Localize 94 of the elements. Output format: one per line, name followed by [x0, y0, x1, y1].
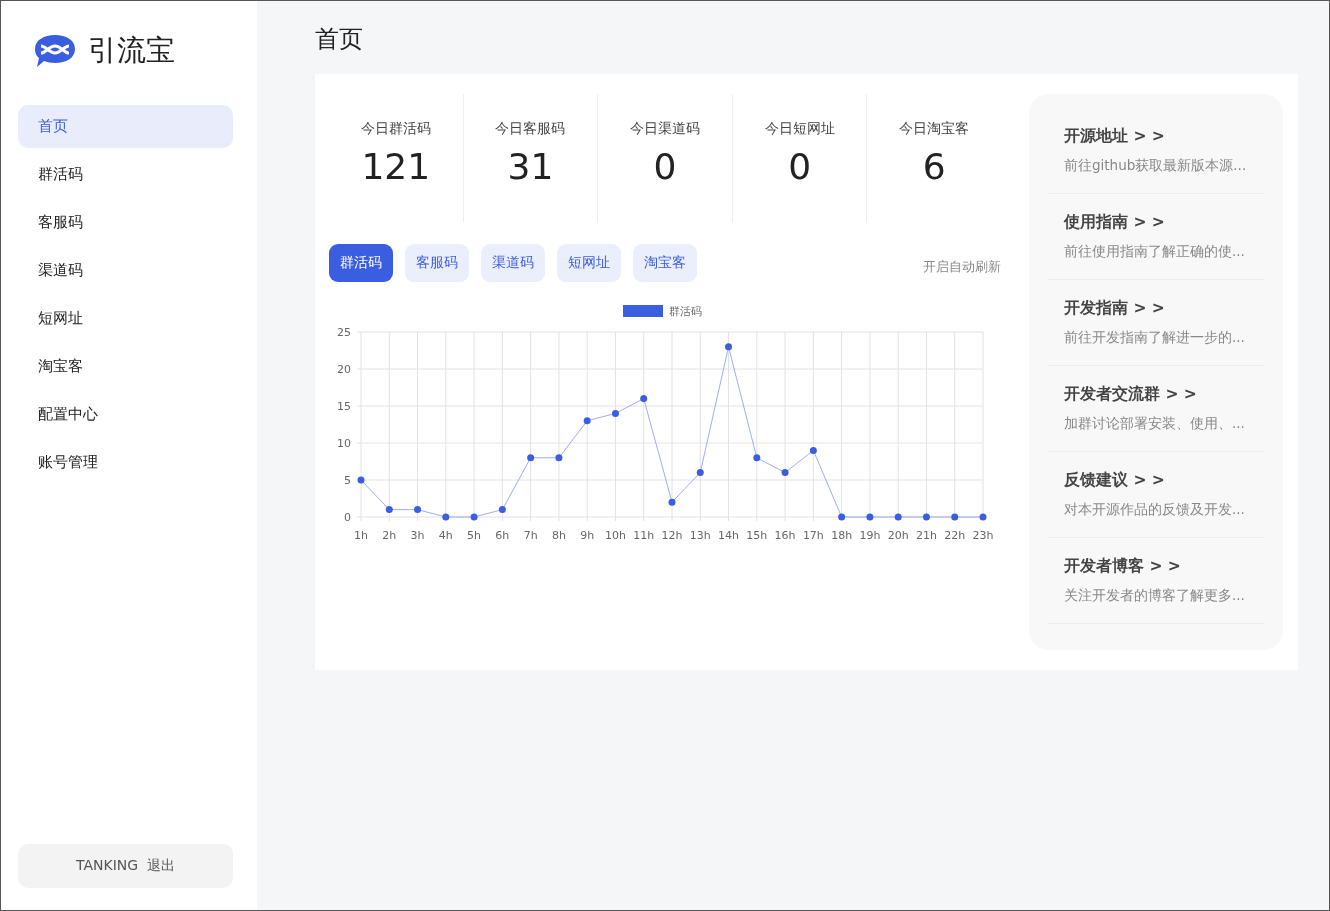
data-point [951, 513, 959, 521]
data-point [866, 513, 874, 521]
data-point [442, 513, 450, 521]
stat-value: 0 [788, 146, 812, 187]
logout-button[interactable]: TANKING 退出 [18, 844, 233, 888]
stat-label: 今日淘宝客 [899, 120, 970, 138]
x-tick-label: 4h [438, 529, 453, 542]
stat-label: 今日客服码 [495, 120, 566, 138]
x-tick-label: 15h [746, 529, 768, 542]
x-tick-label: 1h [354, 529, 368, 542]
x-tick-label: 20h [887, 529, 909, 542]
x-tick-label: 22h [944, 529, 966, 542]
y-tick-label: 0 [344, 511, 351, 524]
data-point [385, 506, 393, 514]
data-point [498, 506, 506, 514]
stat-value: 6 [922, 146, 946, 187]
y-tick-label: 15 [337, 400, 351, 413]
data-point [527, 454, 535, 462]
data-point [922, 513, 930, 521]
sidebar-item[interactable]: 渠道码 [18, 249, 233, 292]
x-tick-label: 5h [467, 529, 482, 542]
logo-icon [34, 34, 76, 68]
link-title[interactable]: 开发者博客 > > [1064, 556, 1264, 577]
data-point [470, 513, 478, 521]
x-tick-label: 11h [633, 529, 655, 542]
stat-label: 今日渠道码 [630, 120, 700, 138]
x-tick-label: 9h [580, 529, 595, 542]
stat-label: 今日群活码 [360, 120, 431, 138]
sidebar-item[interactable]: 群活码 [18, 153, 233, 196]
chart-tab[interactable]: 群活码 [329, 244, 393, 282]
link-title[interactable]: 反馈建议 > > [1064, 470, 1264, 491]
link-description: 前往github获取最新版本源... [1064, 157, 1248, 175]
data-point [611, 409, 619, 417]
legend-label: 群活码 [669, 305, 702, 318]
y-tick-label: 25 [337, 326, 351, 339]
x-tick-label: 10h [604, 529, 626, 542]
link-title[interactable]: 开发者交流群 > > [1064, 384, 1264, 405]
data-point [753, 454, 761, 462]
sidebar-item[interactable]: 配置中心 [18, 393, 233, 436]
data-point [555, 454, 563, 462]
link-description: 关注开发者的博客了解更多... [1064, 587, 1246, 605]
x-tick-label: 2h [382, 529, 397, 542]
data-point [809, 446, 817, 454]
data-point [894, 513, 902, 521]
x-tick-label: 7h [523, 529, 538, 542]
chart-tab[interactable]: 淘宝客 [633, 244, 697, 282]
brand-name: 引流宝 [88, 32, 175, 69]
data-point [781, 469, 789, 477]
y-tick-label: 20 [337, 363, 351, 376]
x-tick-label: 8h [551, 529, 566, 542]
link-description: 前往开发指南了解进一步的... [1064, 329, 1246, 347]
y-tick-label: 5 [344, 474, 351, 487]
legend-swatch [623, 305, 663, 317]
link-title[interactable]: 开源地址 > > [1064, 126, 1264, 147]
x-tick-label: 3h [410, 529, 425, 542]
chart-tab[interactable]: 客服码 [405, 244, 469, 282]
x-tick-label: 6h [495, 529, 510, 542]
link-description: 前往使用指南了解正确的使... [1064, 243, 1246, 261]
sidebar-item[interactable]: 账号管理 [18, 441, 233, 484]
auto-refresh-link[interactable]: 开启自动刷新 [923, 258, 1001, 276]
x-tick-label: 18h [831, 529, 853, 542]
data-point [979, 513, 987, 521]
x-tick-label: 17h [802, 529, 824, 542]
stat-value: 31 [507, 146, 554, 187]
link-title[interactable]: 使用指南 > > [1064, 212, 1264, 233]
chart-tab[interactable]: 短网址 [557, 244, 621, 282]
data-point [640, 395, 648, 403]
stat-value: 121 [361, 146, 431, 187]
x-tick-label: 21h [915, 529, 937, 542]
data-point [668, 498, 676, 506]
sidebar-item[interactable]: 淘宝客 [18, 345, 233, 388]
stat-label: 今日短网址 [764, 120, 835, 138]
sidebar-item[interactable]: 首页 [18, 105, 233, 148]
data-point [696, 469, 704, 477]
data-point [414, 506, 422, 514]
link-title[interactable]: 开发指南 > > [1064, 298, 1264, 319]
x-tick-label: 23h [972, 529, 994, 542]
sidebar-item[interactable]: 短网址 [18, 297, 233, 340]
chart-tab[interactable]: 渠道码 [481, 244, 545, 282]
data-point [357, 476, 365, 484]
data-point [725, 343, 733, 351]
sidebar-item[interactable]: 客服码 [18, 201, 233, 244]
x-tick-label: 12h [661, 529, 683, 542]
x-tick-label: 13h [689, 529, 711, 542]
stat-value: 0 [653, 146, 677, 187]
data-point [838, 513, 846, 521]
y-tick-label: 10 [337, 437, 351, 450]
x-tick-label: 19h [859, 529, 881, 542]
x-tick-label: 14h [718, 529, 740, 542]
link-description: 加群讨论部署安装、使用、... [1064, 415, 1246, 433]
data-point [583, 417, 591, 425]
x-tick-label: 16h [774, 529, 796, 542]
link-description: 对本开源作品的反馈及开发... [1064, 501, 1246, 519]
page-title: 首页 [315, 23, 364, 55]
